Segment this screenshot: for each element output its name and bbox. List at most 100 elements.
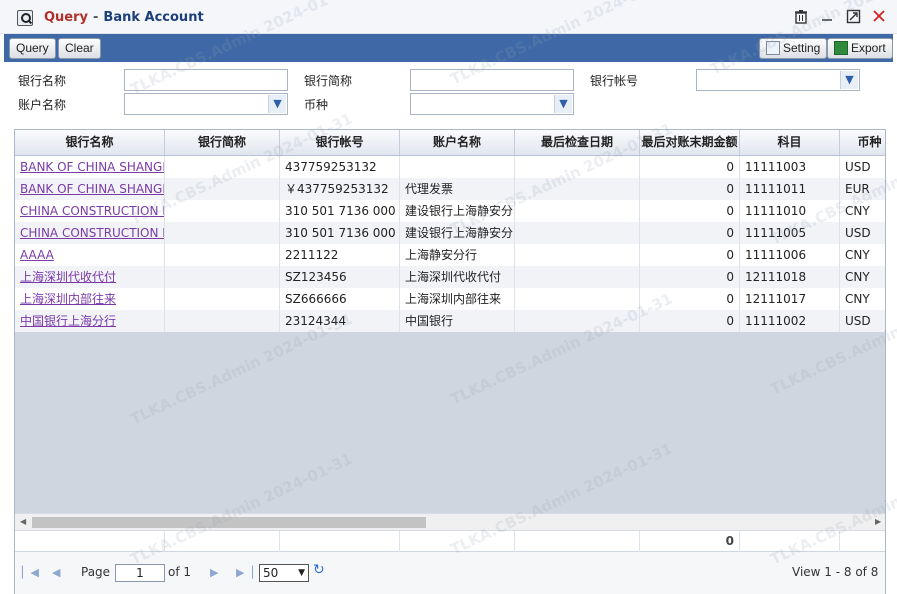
scroll-left-icon[interactable]: ◀	[20, 517, 26, 526]
scrollbar-thumb[interactable]	[32, 517, 426, 528]
bank-short-label: 银行简称	[304, 74, 353, 88]
first-page-icon[interactable]: ▏◀	[22, 566, 39, 579]
table-cell-check-date	[515, 222, 640, 244]
table-row[interactable]: CHINA CONSTRUCTION BANK 310 501 7136 000 …	[15, 200, 885, 222]
bank-name-link[interactable]: CHINA CONSTRUCTION BANK	[15, 222, 165, 244]
account-name-label: 账户名称	[18, 98, 67, 112]
col-header-account-name[interactable]: 账户名称	[400, 130, 515, 155]
col-header-subject[interactable]: 科目	[740, 130, 840, 155]
chevron-down-icon: ▼	[298, 568, 305, 578]
footer-cell	[280, 531, 400, 552]
table-cell-short	[165, 244, 280, 266]
table-cell-acct-name: 中国银行	[400, 310, 515, 332]
table-cell-amount: 0	[640, 244, 740, 266]
table-cell-short	[165, 288, 280, 310]
maximize-icon[interactable]	[844, 9, 862, 27]
currency-select[interactable]: ▼	[410, 93, 574, 115]
account-name-select[interactable]: ▼	[124, 93, 288, 115]
bank-name-link[interactable]: 上海深圳内部往来	[15, 288, 165, 310]
table-row[interactable]: 上海深圳内部往来 SZ666666 上海深圳内部往来 0 12111017 CNY	[15, 288, 885, 310]
table-cell-short	[165, 310, 280, 332]
bank-short-input[interactable]	[410, 69, 574, 91]
table-cell-account: 310 501 7136 000 00	[280, 200, 400, 222]
table-cell-acct-name	[400, 156, 515, 178]
query-button[interactable]: Query	[9, 38, 56, 59]
table-cell-short	[165, 200, 280, 222]
page-of-label: of 1	[168, 565, 192, 579]
settings-doc-icon	[766, 41, 780, 55]
search-icon	[17, 10, 33, 26]
page-number-input[interactable]: 1	[115, 564, 165, 582]
page-size-select[interactable]: 50 ▼	[259, 564, 309, 582]
col-header-last-check-date[interactable]: 最后检查日期	[515, 130, 640, 155]
footer-cell	[740, 531, 840, 552]
table-cell-check-date	[515, 200, 640, 222]
page-label: Page	[81, 565, 111, 579]
bank-account-select[interactable]: ▼	[696, 69, 860, 91]
table-cell-amount: 0	[640, 310, 740, 332]
col-header-currency[interactable]: 币种	[840, 130, 885, 155]
footer-cell	[15, 531, 165, 552]
table-cell-check-date	[515, 156, 640, 178]
footer-cell	[165, 531, 280, 552]
setting-label: Setting	[783, 41, 821, 55]
table-cell-acct-name: 代理发票	[400, 178, 515, 200]
table-cell-check-date	[515, 310, 640, 332]
table-cell-currency: CNY	[840, 266, 885, 288]
bank-name-link[interactable]: 上海深圳代收代付	[15, 266, 165, 288]
close-icon[interactable]	[870, 9, 888, 27]
table-row[interactable]: 上海深圳代收代付 SZ123456 上海深圳代收代付 0 12111018 CNY	[15, 266, 885, 288]
footer-cell	[515, 531, 640, 552]
table-cell-subject: 11111011	[740, 178, 840, 200]
table-cell-currency: CNY	[840, 244, 885, 266]
table-cell-currency: USD	[840, 310, 885, 332]
table-row[interactable]: BANK OF CHINA SHANGHAI 437759253132 011111…	[15, 156, 885, 178]
bank-name-link[interactable]: BANK OF CHINA SHANGHAI	[15, 178, 165, 200]
clear-button[interactable]: Clear	[58, 38, 101, 59]
setting-button[interactable]: Setting	[759, 38, 828, 59]
toolbar: Query Clear Setting Export	[4, 34, 893, 62]
page-size-value: 50	[263, 566, 279, 580]
table-row[interactable]: 中国银行上海分行 23124344 中国银行 0 11111002 USD	[15, 310, 885, 332]
bank-name-link[interactable]: AAAA	[15, 244, 165, 266]
minimize-icon[interactable]	[818, 9, 836, 27]
table-cell-check-date	[515, 288, 640, 310]
table-cell-account: 437759253132	[280, 156, 400, 178]
col-header-bank-account[interactable]: 银行帐号	[280, 130, 400, 155]
table-row[interactable]: BANK OF CHINA SHANGHAI ￥437759253132代理发票 0…	[15, 178, 885, 200]
table-row[interactable]: CHINA CONSTRUCTION BANK 310 501 7136 000 …	[15, 222, 885, 244]
prev-page-icon[interactable]: ◀	[52, 566, 60, 579]
title-query: Query	[44, 10, 89, 25]
table-cell-currency: USD	[840, 222, 885, 244]
chevron-down-icon: ▼	[268, 95, 286, 113]
excel-icon	[834, 41, 848, 55]
col-header-last-amount[interactable]: 最后对账末期金额	[640, 130, 740, 155]
next-page-icon[interactable]: ▶	[210, 566, 218, 579]
bank-name-input[interactable]	[124, 69, 288, 91]
table-cell-subject: 12111018	[740, 266, 840, 288]
col-header-bank-short[interactable]: 银行简称	[165, 130, 280, 155]
table-cell-amount: 0	[640, 200, 740, 222]
table-cell-subject: 11111005	[740, 222, 840, 244]
col-header-bank-name[interactable]: 银行名称	[15, 130, 165, 155]
currency-label: 币种	[304, 98, 329, 112]
table-cell-amount: 0	[640, 156, 740, 178]
export-button[interactable]: Export	[827, 38, 893, 59]
table-cell-acct-name: 建设银行上海静安分	[400, 200, 515, 222]
table-cell-check-date	[515, 266, 640, 288]
window-title: Query - Bank Account	[44, 10, 204, 25]
bank-name-link[interactable]: 中国银行上海分行	[15, 310, 165, 332]
table-row[interactable]: AAAA 2211122 上海静安分行 0 11111006 CNY	[15, 244, 885, 266]
scroll-right-icon[interactable]: ▶	[875, 517, 881, 526]
view-record-count: View 1 - 8 of 8	[792, 565, 879, 579]
chevron-down-icon: ▼	[840, 71, 858, 89]
bank-name-link[interactable]: BANK OF CHINA SHANGHAI	[15, 156, 165, 178]
refresh-icon[interactable]: ↻	[313, 563, 327, 577]
bank-name-link[interactable]: CHINA CONSTRUCTION BANK	[15, 200, 165, 222]
title-separator: -	[93, 10, 99, 25]
last-page-icon[interactable]: ▶▕	[236, 566, 253, 579]
horizontal-scrollbar[interactable]: ◀ ▶	[15, 513, 885, 530]
trash-icon[interactable]	[792, 9, 810, 27]
table-cell-subject: 11111006	[740, 244, 840, 266]
pager: ▏◀ ◀ Page 1 of 1 ▶ ▶▕ 50 ▼ ↻ View 1 - 8 …	[15, 552, 885, 594]
